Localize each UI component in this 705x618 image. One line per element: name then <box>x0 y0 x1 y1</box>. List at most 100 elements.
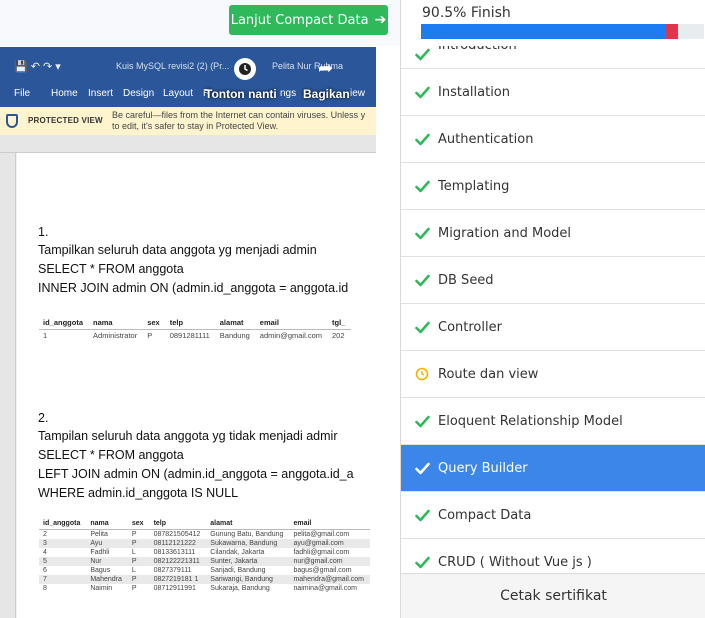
lesson-item[interactable]: Eloquent Relationship Model <box>401 398 705 445</box>
table-cell: 202 <box>332 331 345 340</box>
progress-bar <box>421 24 704 39</box>
table-row: 4 Fadhli L 08133613111 Cilandak, Jakarta fadh… <box>39 548 370 557</box>
lesson-item[interactable]: Compact Data <box>401 492 705 539</box>
document-page: 1. Tampilkan seluruh data anggota yg men… <box>17 153 376 618</box>
table-header-cell: alamat <box>215 317 256 330</box>
ribbon-tab: Layout <box>163 88 194 99</box>
table-cell: Cilandak, Jakarta <box>210 549 265 556</box>
table-header-cell: email <box>255 317 329 330</box>
lesson-label: DB Seed <box>438 272 494 288</box>
check-icon <box>414 460 430 476</box>
ribbon-tab: Home <box>51 88 78 99</box>
table-cell: 4 <box>43 549 47 556</box>
table-header-cell: id_anggota <box>39 317 90 330</box>
table-header-cell: tgl_ <box>328 317 352 330</box>
lesson-item[interactable]: Authentication <box>401 116 705 163</box>
table-header-cell: telp <box>149 519 207 530</box>
next-lesson-label: Lanjut Compact Data <box>230 12 369 28</box>
table-header-cell: nama <box>86 519 128 530</box>
print-certificate-button[interactable]: Cetak sertifikat <box>401 573 705 618</box>
table-cell: Sukaraja, Bandung <box>210 585 270 592</box>
table-header-cell: nama <box>89 317 144 330</box>
table-cell: Ayu <box>86 539 128 548</box>
vertical-ruler <box>0 153 16 618</box>
share-icon[interactable]: ➦ <box>318 58 333 79</box>
table-cell: 08712911991 <box>153 585 196 592</box>
table-cell: L <box>131 567 136 574</box>
word-doc-title: Kuis MySQL revisi2 (2) (Pr... <box>116 61 230 71</box>
table-cell: 8 <box>43 585 47 592</box>
course-page: Lanjut Compact Data ➔ 💾 ↶ ↷ ▾ Kuis MySQL… <box>0 0 705 618</box>
question-1-sql: INNER JOIN admin ON (admin.id_anggota = … <box>38 281 349 295</box>
table-header-cell: id_anggota <box>39 519 87 530</box>
check-icon <box>414 272 430 288</box>
protected-view-msg-line: to edit, it's safer to stay in Protected… <box>112 121 279 131</box>
table-cell: P <box>131 585 137 592</box>
check-icon <box>414 46 430 62</box>
question-2-text: Tampilan seluruh data anggota yg tidak m… <box>38 429 338 443</box>
lesson-label: Templating <box>438 178 510 194</box>
check-icon <box>414 225 430 241</box>
table-cell: L <box>131 549 136 556</box>
table-header-cell: sex <box>127 519 150 530</box>
progress-bar-fill <box>421 24 666 39</box>
word-quick-access-icons: 💾 ↶ ↷ ▾ <box>14 61 61 73</box>
video-player[interactable]: 💾 ↶ ↷ ▾ Kuis MySQL revisi2 (2) (Pr... Pe… <box>0 47 376 618</box>
word-titlebar: 💾 ↶ ↷ ▾ Kuis MySQL revisi2 (2) (Pr... Pe… <box>0 47 376 85</box>
watch-later-label[interactable]: Tonton nanti <box>205 87 277 101</box>
table-cell: Bagus <box>90 567 111 574</box>
check-icon <box>414 507 430 523</box>
table-cell: Sunter, Jakarta <box>206 557 290 566</box>
next-lesson-button[interactable]: Lanjut Compact Data ➔ <box>229 5 388 35</box>
table-cell: 1 <box>43 331 48 340</box>
table-row: 3 Ayu P 08112121222 Sukawarna, Bandung ayu@gm… <box>39 539 370 548</box>
lesson-label: Introduction <box>438 46 517 53</box>
table-header-cell: telp <box>165 317 216 330</box>
table-cell: 08133613111 <box>153 549 196 556</box>
lesson-label: Controller <box>438 319 502 335</box>
protected-view-msg-line: Be careful—files from the Internet can c… <box>112 110 366 120</box>
table-cell: Naimin <box>90 585 113 592</box>
table-cell: P <box>147 331 153 340</box>
table-cell: 087821505412 <box>153 531 201 538</box>
clock-icon[interactable] <box>234 58 256 80</box>
ribbon-tab: File <box>14 88 31 99</box>
lesson-sidebar: 90.5% Finish Introduction Installation Aut… <box>400 0 705 618</box>
table-cell: pelita@gmail.com <box>293 531 350 538</box>
table-cell: Pelita <box>90 531 108 538</box>
table-row: 5 Nur P 082122221311 Sunter, Jakarta nur@gmai… <box>39 557 370 566</box>
table-row: 2 Pelita P 087821505412 Gunung Batu, Bandung… <box>39 530 370 540</box>
lesson-item[interactable]: Introduction <box>401 46 705 69</box>
question-2-sql: LEFT JOIN admin ON (admin.id_anggota = a… <box>38 467 354 481</box>
question-1-sql: SELECT * FROM anggota <box>38 262 184 276</box>
check-icon <box>414 178 430 194</box>
table-cell: Sariwangi, Bandung <box>206 575 290 584</box>
table-cell: Bandung <box>219 331 250 340</box>
table-cell: P <box>127 575 150 584</box>
table-cell: P <box>127 539 150 548</box>
lesson-item[interactable]: DB Seed <box>401 257 705 304</box>
table-cell: 3 <box>39 539 87 548</box>
table-cell: admin@gmail.com <box>259 331 323 340</box>
share-label[interactable]: Bagikan <box>303 87 350 101</box>
lesson-item[interactable]: Route dan view <box>401 351 705 398</box>
table-header-cell: sex <box>143 317 166 330</box>
table-row: 7 Mahendra P 0827219181 1 Sariwangi, Bandung… <box>39 575 370 584</box>
content-area: Lanjut Compact Data ➔ 💾 ↶ ↷ ▾ Kuis MySQL… <box>0 0 400 618</box>
horizontal-ruler <box>0 135 376 153</box>
question-2-sql: SELECT * FROM anggota <box>38 448 184 462</box>
lesson-item[interactable]: Installation <box>401 69 705 116</box>
lesson-item[interactable]: Query Builder <box>401 445 705 492</box>
lesson-item[interactable]: Templating <box>401 163 705 210</box>
protected-view-label: PROTECTED VIEW <box>28 116 103 125</box>
progress-bar-marker <box>666 24 678 39</box>
lesson-item[interactable]: Migration and Model <box>401 210 705 257</box>
protected-view-message: Be careful—files from the Internet can c… <box>112 110 376 132</box>
lesson-label: Eloquent Relationship Model <box>438 413 623 429</box>
clock-icon <box>414 366 430 382</box>
lesson-item[interactable]: Controller <box>401 304 705 351</box>
table-cell: 082122221311 <box>149 557 207 566</box>
lesson-list: Introduction Installation Authentication Te… <box>401 46 705 586</box>
result-table-1: id_anggota nama sex telp alamat email tgl_ 1 Ad… <box>39 317 352 341</box>
table-cell: naimina@gmail.com <box>293 585 357 592</box>
